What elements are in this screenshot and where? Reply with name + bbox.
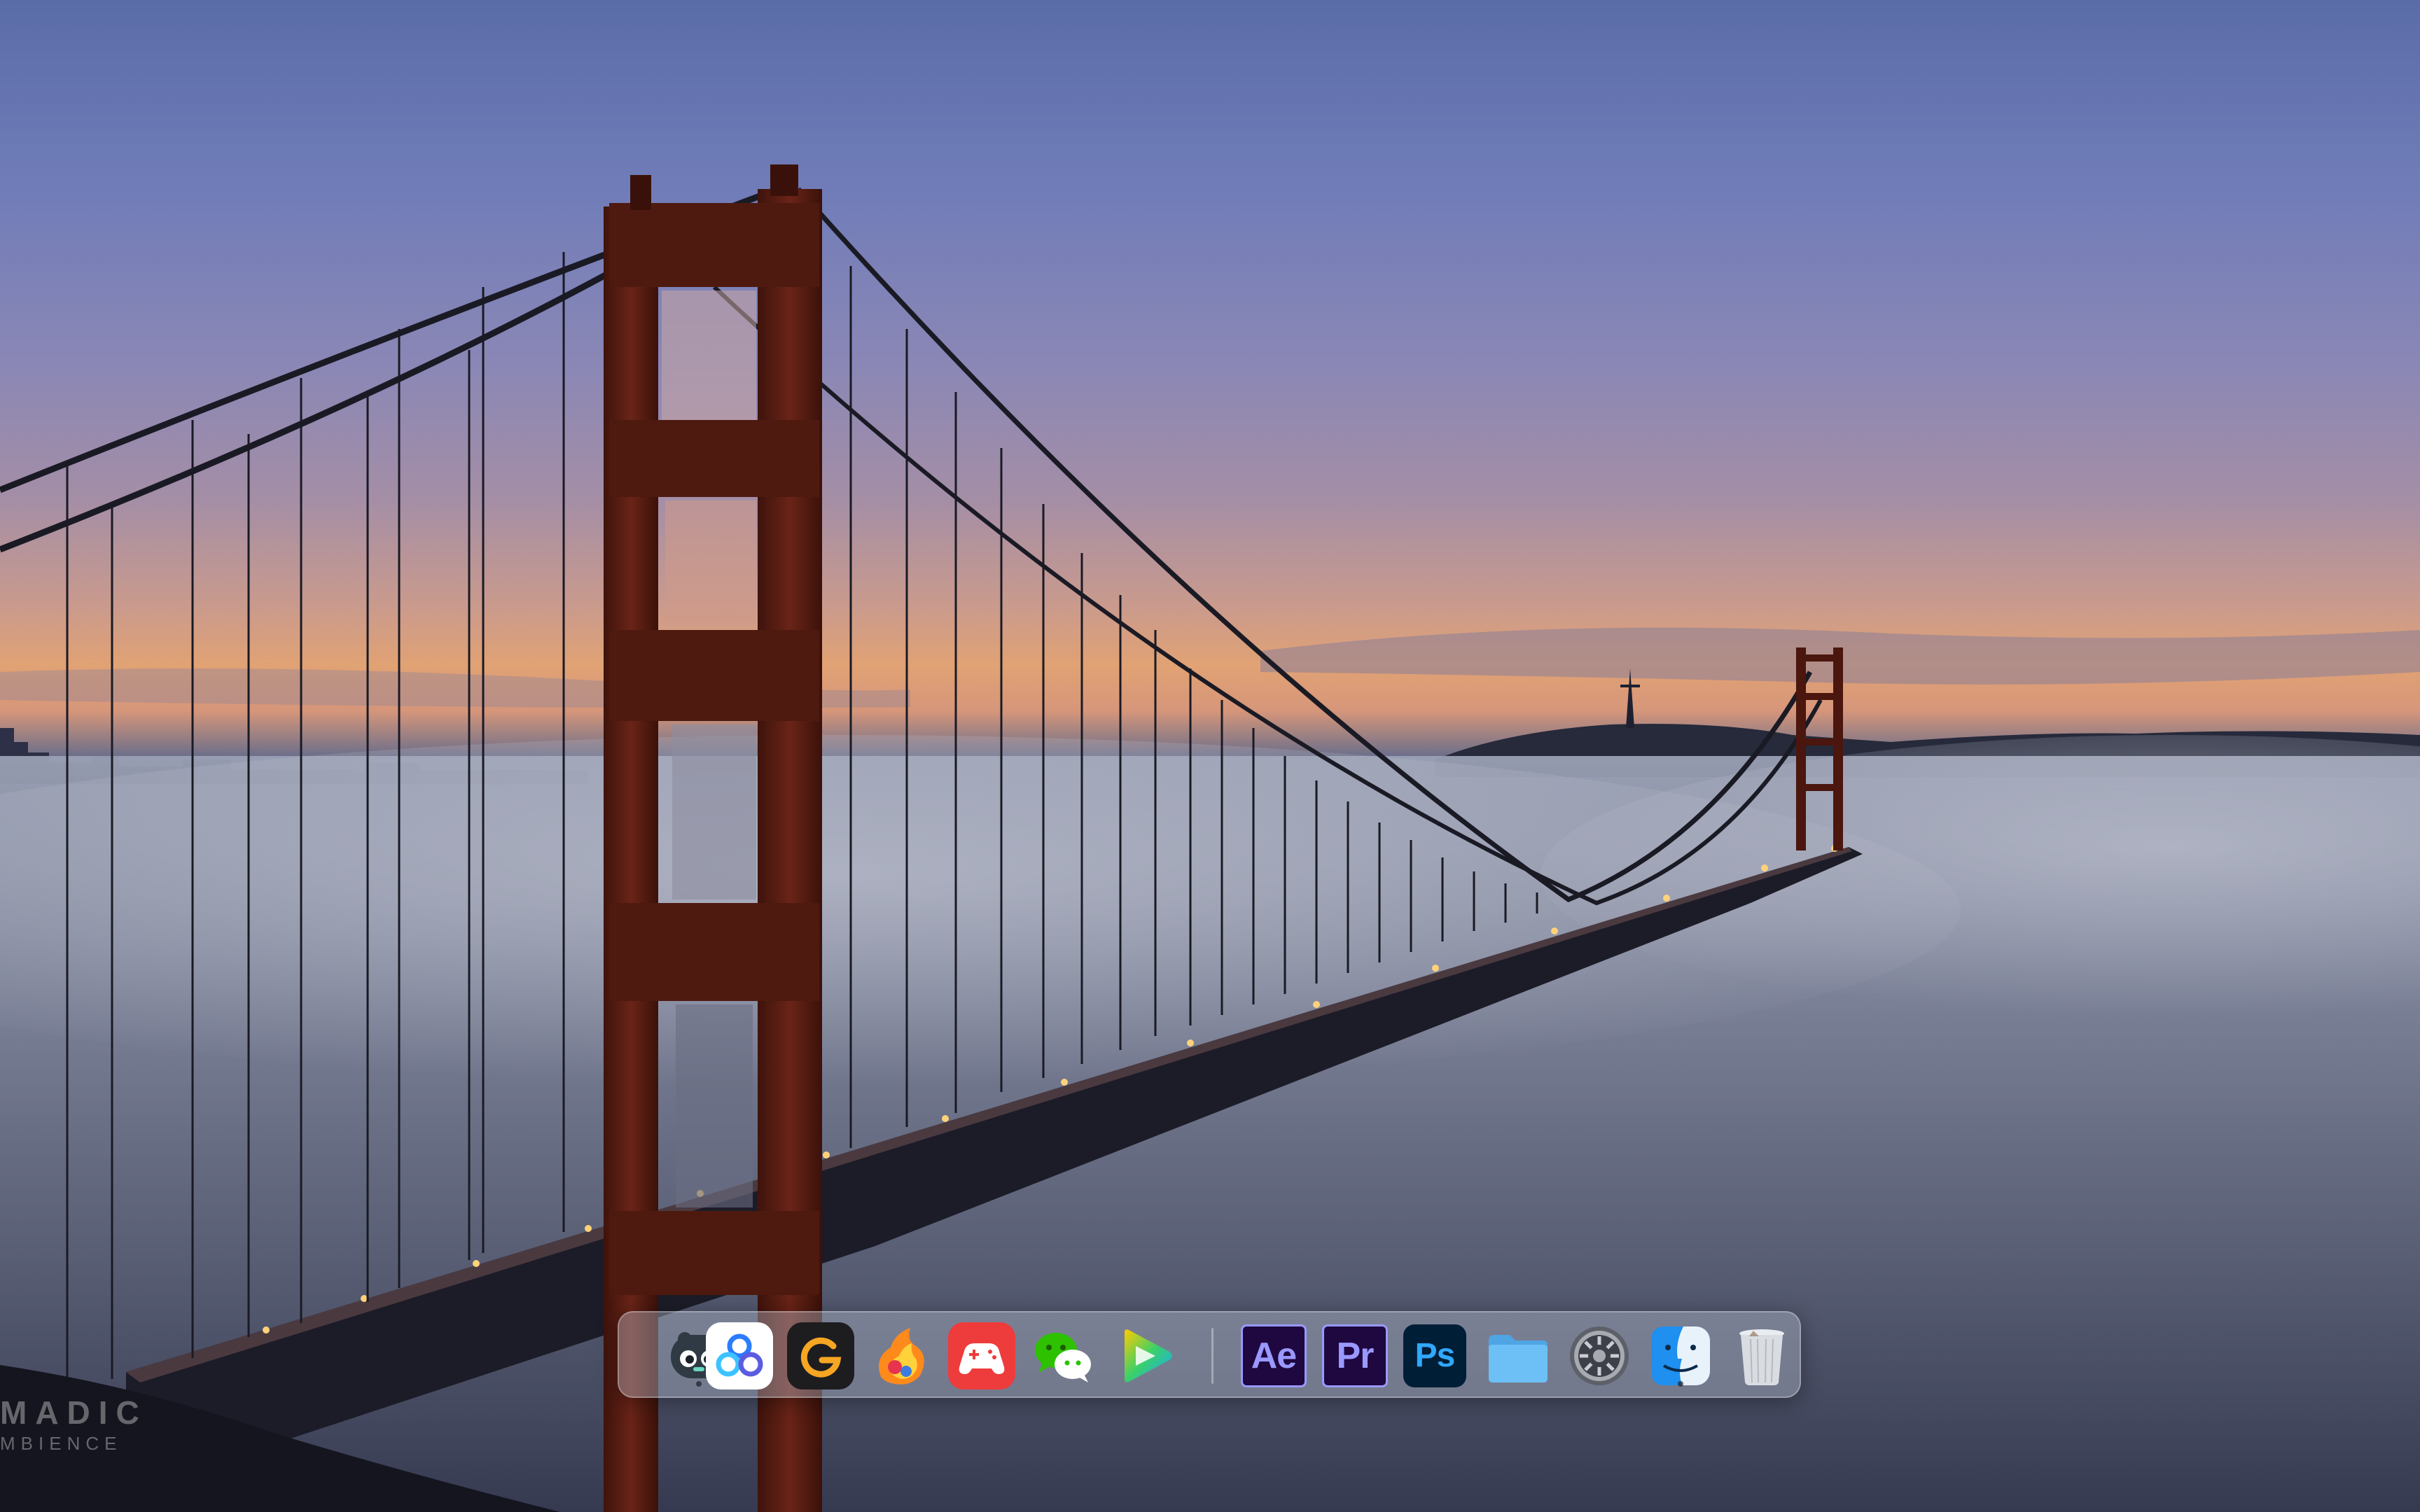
watermark-line2: MBIENCE (0, 1433, 123, 1454)
dock-app-finder[interactable] (1647, 1322, 1714, 1390)
dock-app-trash[interactable] (1728, 1322, 1795, 1390)
desktop: MADIC MBIENCE Ae Pr Ps (0, 0, 2420, 1512)
dock-app-wechat[interactable] (1029, 1322, 1097, 1390)
dock-divider (1211, 1328, 1214, 1384)
after-effects-icon: Ae (1251, 1336, 1297, 1376)
gear-icon (1570, 1326, 1629, 1385)
dock-app-folder[interactable] (1484, 1322, 1552, 1390)
flame-bird-icon (879, 1328, 924, 1385)
dock-app-games[interactable] (948, 1322, 1015, 1390)
dock-app-premiere-pro[interactable]: Pr (1322, 1324, 1388, 1387)
dock-app-g[interactable] (787, 1322, 854, 1390)
dock-app-after-effects[interactable]: Ae (1241, 1324, 1307, 1387)
folder-icon (1489, 1335, 1548, 1382)
chat-bubbles-icon (1035, 1333, 1091, 1382)
dock-app-baidu-netdisk[interactable] (706, 1322, 773, 1390)
watermark-line1: MADIC (0, 1394, 148, 1431)
trash-icon (1739, 1329, 1784, 1385)
dock-app-video-player[interactable] (1111, 1322, 1178, 1390)
premiere-pro-icon: Pr (1336, 1336, 1375, 1376)
photoshop-icon: Ps (1414, 1337, 1456, 1374)
running-indicator (1678, 1381, 1683, 1387)
play-triangle-icon (1125, 1329, 1172, 1382)
dock-app-photoshop[interactable]: Ps (1403, 1324, 1466, 1387)
dock-app-system-preferences[interactable] (1566, 1322, 1633, 1390)
watermark-logo: MADIC MBIENCE (0, 1396, 148, 1452)
dock-app-flame-game[interactable] (867, 1322, 934, 1390)
cloud-sync-icon (716, 1334, 763, 1377)
dock: Ae Pr Ps (618, 1311, 1801, 1398)
running-indicator (696, 1381, 702, 1387)
red-gamepad-icon (959, 1343, 1005, 1374)
finder-face-icon (1651, 1326, 1710, 1385)
g-letter-icon (800, 1337, 842, 1378)
wallpaper-image (0, 164, 2420, 1512)
